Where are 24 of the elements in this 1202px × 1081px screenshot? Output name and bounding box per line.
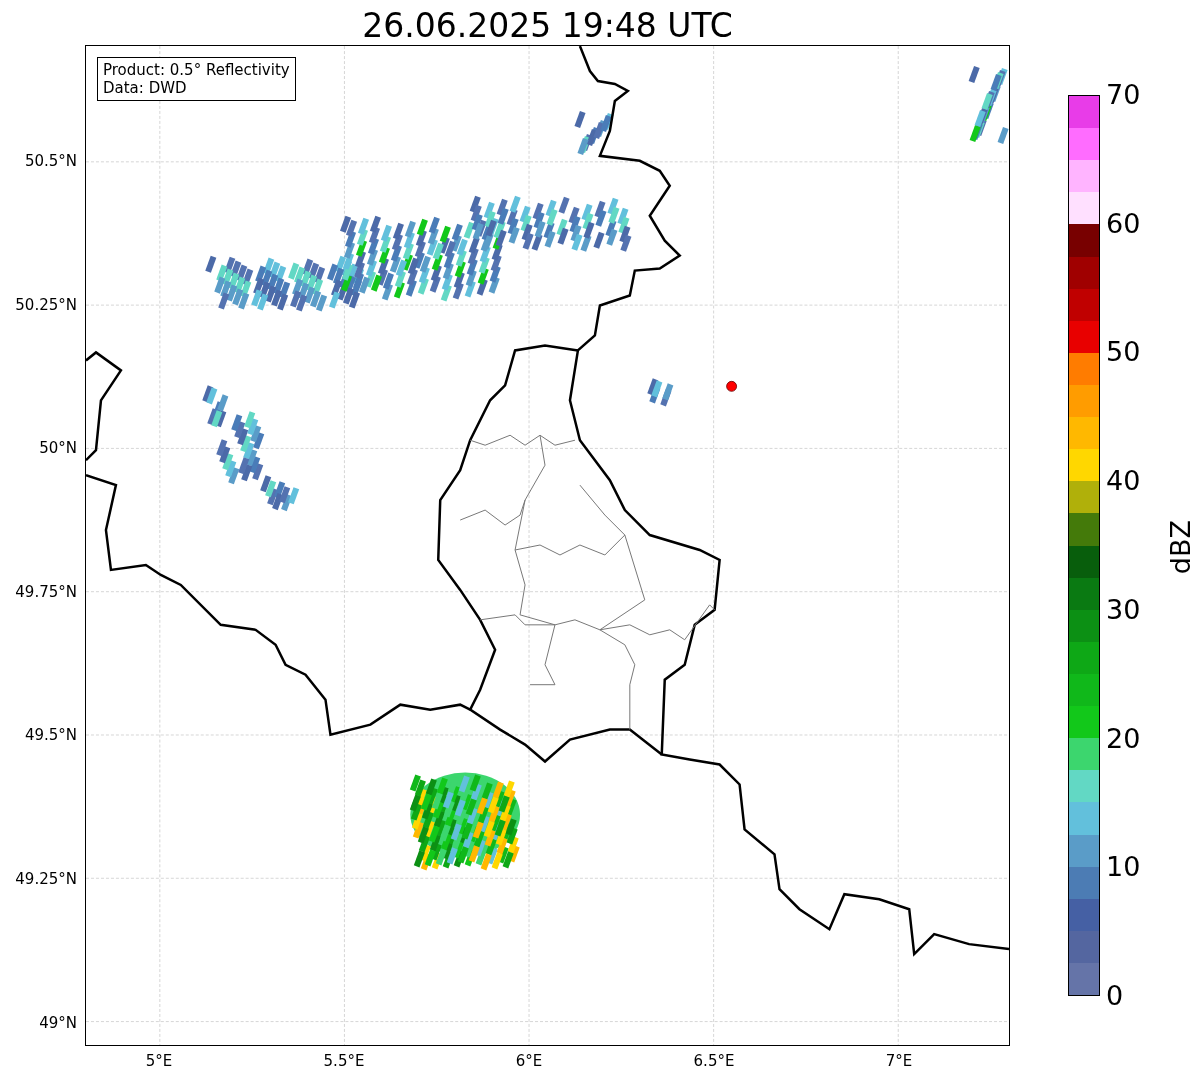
longitude-label: 5.5°E	[323, 1052, 365, 1070]
colorbar-tick-label: 70	[1106, 80, 1141, 110]
latitude-label: 50.5°N	[24, 152, 77, 170]
longitude-label: 5°E	[145, 1052, 173, 1070]
latitude-label: 49.75°N	[15, 582, 77, 601]
colorbar-tick-label: 50	[1106, 337, 1141, 368]
colorbar-tick-label: 40	[1106, 466, 1141, 497]
colorbar-tick-label: 10	[1106, 852, 1141, 883]
latitude-label: 50.25°N	[15, 295, 77, 314]
chart-title: 26.06.2025 19:48 UTC	[361, 5, 734, 45]
colorbar-tick-label: 20	[1106, 723, 1141, 754]
latitude-label: 50°N	[39, 439, 77, 458]
colorbar-tick-label: 0	[1106, 981, 1124, 1011]
colorbar-tick-label: 30	[1106, 594, 1141, 625]
longitude-label: 6°E	[515, 1052, 543, 1070]
latitude-label: 49.25°N	[15, 870, 77, 888]
longitude-label: 6.5°E	[693, 1052, 735, 1070]
legend-text: Data: DWD	[103, 79, 188, 97]
longitude-label: 7°E	[885, 1052, 913, 1070]
colorbar-label: dBZ	[1166, 520, 1196, 575]
latitude-label: 49.5°N	[24, 726, 77, 745]
legend-text: Product: 0.5° Reflectivity	[103, 61, 290, 79]
latitude-label: 49°N	[39, 1013, 77, 1032]
colorbar-tick-label: 60	[1106, 208, 1141, 239]
